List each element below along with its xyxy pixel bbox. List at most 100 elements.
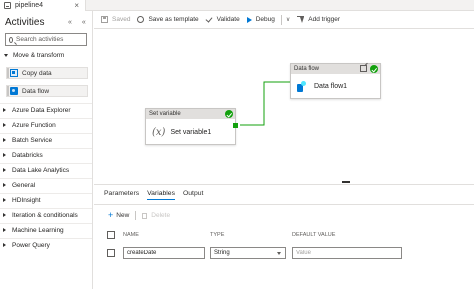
chevron-right-icon <box>3 123 6 127</box>
checkmark-icon <box>206 16 213 23</box>
category-batch-service[interactable]: Batch Service <box>0 133 92 146</box>
category-azure-function[interactable]: Azure Function <box>0 118 92 131</box>
activity-header: Set variable <box>146 109 235 119</box>
chevron-right-icon <box>3 228 6 232</box>
row-checkbox[interactable] <box>107 249 115 257</box>
category-databricks[interactable]: Databricks <box>0 148 92 161</box>
activity-data-flow-node[interactable]: Data flow Data flow1 <box>290 63 381 99</box>
trash-icon <box>142 212 148 219</box>
activity-body: Data flow1 <box>291 74 380 99</box>
category-data-lake-analytics[interactable]: Data Lake Analytics <box>0 163 92 176</box>
activity-data-flow[interactable]: Data flow <box>6 85 88 97</box>
search-input[interactable] <box>16 36 86 43</box>
copy-data-icon <box>10 69 18 77</box>
chevron-right-icon <box>3 168 6 172</box>
tab-variables[interactable]: Variables <box>147 190 175 200</box>
category-power-query[interactable]: Power Query <box>0 238 92 251</box>
properties-tabs: Parameters Variables Output <box>104 190 211 200</box>
saved-label: Saved <box>112 16 131 23</box>
category-label: Databricks <box>12 151 43 159</box>
activity-type-label: Set variable <box>149 111 181 117</box>
chevron-right-icon <box>3 153 6 157</box>
category-machine-learning[interactable]: Machine Learning <box>0 223 92 236</box>
chevron-right-icon <box>3 213 6 217</box>
chevron-down-icon <box>4 54 8 57</box>
validate-button[interactable]: Validate <box>206 16 240 23</box>
variable-icon: (x) <box>152 126 166 138</box>
pipeline-icon <box>4 2 11 9</box>
activities-panel: Activities « « Move & transform Copy dat… <box>0 11 93 289</box>
add-trigger-button[interactable]: Add trigger <box>297 16 340 23</box>
column-default-value: DEFAULT VALUE <box>292 232 336 238</box>
document-tab-strip: pipeline4 × <box>0 0 474 11</box>
save-as-template-label: Save as template <box>148 16 199 23</box>
category-hdinsight[interactable]: HDInsight <box>0 193 92 206</box>
open-external-icon[interactable] <box>360 65 367 72</box>
toolbar-divider <box>280 14 282 25</box>
success-check-icon <box>225 110 233 118</box>
category-label: Machine Learning <box>12 226 64 234</box>
drag-grip[interactable] <box>7 86 9 96</box>
column-name: NAME <box>123 232 139 238</box>
pipeline-toolbar: Saved Save as template Validate Debug ∨ … <box>94 11 474 29</box>
search-icon <box>9 36 13 43</box>
drag-grip[interactable] <box>7 68 9 78</box>
category-label: Batch Service <box>12 136 53 144</box>
save-as-template-button[interactable]: Save as template <box>137 16 199 23</box>
category-label: Azure Data Explorer <box>12 106 71 114</box>
select-all-checkbox[interactable] <box>107 231 115 239</box>
success-check-icon <box>370 65 378 73</box>
table-header: NAME TYPE DEFAULT VALUE <box>106 230 406 242</box>
table-row: String <box>106 247 406 261</box>
category-label: Data Lake Analytics <box>12 166 70 174</box>
activity-type-label: Data flow <box>294 66 320 72</box>
save-icon <box>101 16 108 23</box>
actions-divider <box>135 211 137 220</box>
activity-name: Set variable1 <box>170 128 212 136</box>
close-tab-icon[interactable]: × <box>74 0 79 11</box>
category-iteration-conditionals[interactable]: Iteration & conditionals <box>0 208 92 221</box>
add-trigger-label: Add trigger <box>308 16 341 23</box>
chevron-right-icon <box>3 183 6 187</box>
variables-actions: + New Delete <box>108 211 170 220</box>
pipeline-canvas[interactable]: Set variable (x) Set variable1 Data flow… <box>94 30 474 183</box>
delete-variable-button[interactable]: Delete <box>142 212 170 219</box>
tab-divider <box>94 204 474 205</box>
activity-search-box[interactable] <box>5 33 87 46</box>
success-output-port[interactable] <box>233 123 238 128</box>
activities-title: Activities <box>5 17 45 28</box>
category-label: Iteration & conditionals <box>12 211 78 219</box>
category-general[interactable]: General <box>0 178 92 191</box>
chevron-down-icon <box>277 252 281 255</box>
variable-type-select[interactable]: String <box>210 247 286 259</box>
category-azure-data-explorer[interactable]: Azure Data Explorer <box>0 103 92 116</box>
collapse-panel-icon[interactable]: « « <box>68 19 90 26</box>
activity-label: Copy data <box>22 69 52 77</box>
debug-options-chevron-icon[interactable]: ∨ <box>286 16 290 23</box>
column-type: TYPE <box>210 232 225 238</box>
data-flow-icon <box>10 87 18 95</box>
category-label: HDInsight <box>12 196 41 204</box>
chevron-right-icon <box>3 243 6 247</box>
trigger-icon <box>297 16 305 23</box>
variable-name-input[interactable] <box>123 247 205 259</box>
activity-set-variable[interactable]: Set variable (x) Set variable1 <box>145 108 238 145</box>
template-icon <box>137 16 145 23</box>
plus-icon: + <box>108 210 114 220</box>
category-move-transform[interactable]: Move & transform <box>4 52 64 59</box>
tab-pipeline4[interactable]: pipeline4 × <box>0 0 86 11</box>
category-label: Move & transform <box>13 52 65 59</box>
panel-resize-handle[interactable] <box>342 181 350 183</box>
chevron-right-icon <box>3 198 6 202</box>
debug-button[interactable]: Debug <box>246 16 275 23</box>
type-value: String <box>214 250 230 256</box>
new-variable-button[interactable]: + New <box>108 211 129 220</box>
validate-label: Validate <box>216 16 240 23</box>
category-label: Power Query <box>12 241 50 249</box>
default-value-input[interactable] <box>292 247 402 259</box>
tab-parameters[interactable]: Parameters <box>104 190 139 200</box>
saved-button[interactable]: Saved <box>101 16 130 23</box>
activity-copy-data[interactable]: Copy data <box>6 67 88 79</box>
tab-label: pipeline4 <box>15 2 44 9</box>
tab-output[interactable]: Output <box>183 190 203 200</box>
